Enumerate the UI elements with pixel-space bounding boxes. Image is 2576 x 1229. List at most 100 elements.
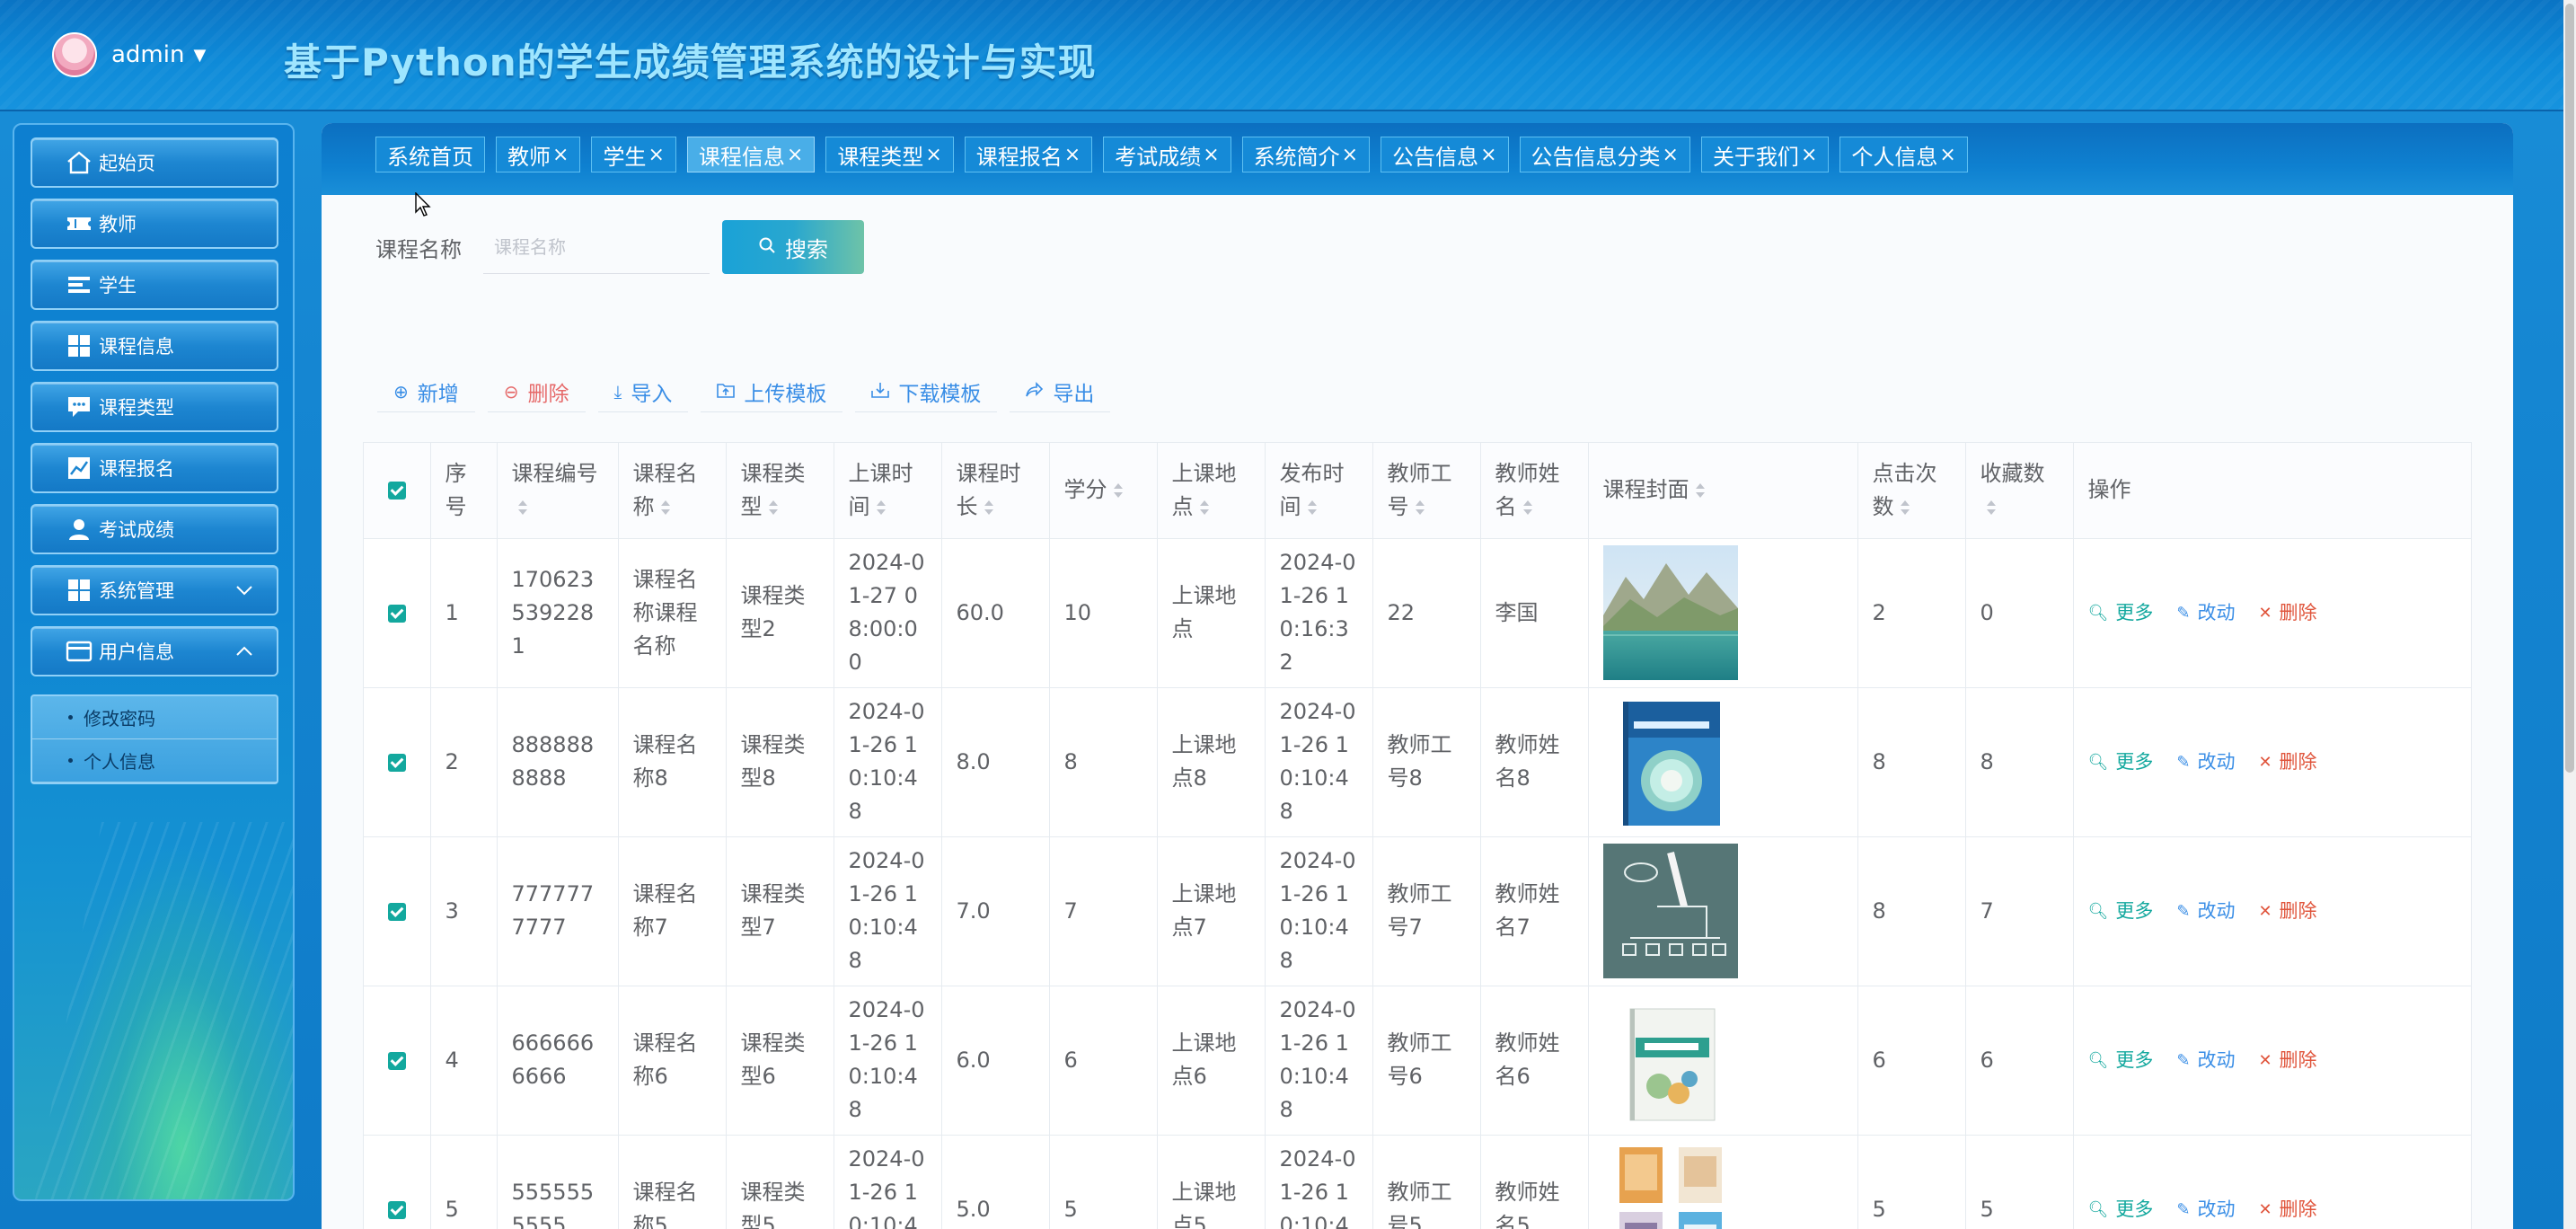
submenu-item-profile[interactable]: 个人信息: [32, 739, 277, 782]
delete-button[interactable]: ✕ 删除: [2258, 1193, 2316, 1226]
sidebar-item-teacher[interactable]: 教师: [31, 199, 278, 249]
sort-icon[interactable]: [1415, 499, 1425, 517]
sort-icon[interactable]: [660, 499, 671, 517]
close-icon[interactable]: ×: [1663, 144, 1679, 166]
upload-template-button[interactable]: 上传模板: [701, 371, 843, 412]
row-checkbox[interactable]: [387, 1051, 406, 1070]
row-checkbox[interactable]: [387, 1200, 406, 1219]
edit-button[interactable]: ✎ 改动: [2176, 746, 2235, 779]
edit-button[interactable]: ✎ 改动: [2176, 1193, 2235, 1226]
export-button[interactable]: 导出: [1010, 371, 1111, 412]
delete-button[interactable]: ✕ 删除: [2258, 746, 2316, 779]
column-header[interactable]: 课程类型: [726, 443, 834, 539]
tab[interactable]: 公告信息分类 ×: [1519, 137, 1690, 172]
sidebar-item-home[interactable]: 起始页: [31, 137, 278, 188]
edit-button[interactable]: ✎ 改动: [2176, 597, 2235, 630]
column-header[interactable]: 点击次数: [1857, 443, 1966, 539]
sort-icon[interactable]: [1986, 499, 1997, 517]
course-cover-image[interactable]: [1602, 844, 1738, 978]
sidebar-item-course-signup[interactable]: 课程报名: [31, 443, 278, 493]
row-select-cell[interactable]: [364, 836, 431, 986]
column-header[interactable]: 发布时间: [1265, 443, 1373, 539]
sort-icon[interactable]: [1695, 482, 1706, 500]
column-header[interactable]: 上课地点: [1157, 443, 1266, 539]
select-all-cell[interactable]: [364, 443, 431, 539]
row-select-cell[interactable]: [364, 1135, 431, 1229]
scrollbar-thumb[interactable]: [2565, 4, 2574, 773]
course-cover-image[interactable]: [1602, 694, 1738, 829]
sort-icon[interactable]: [1900, 499, 1910, 517]
tab[interactable]: 课程报名 ×: [964, 137, 1093, 172]
sort-icon[interactable]: [768, 499, 779, 517]
close-icon[interactable]: ×: [1480, 144, 1496, 166]
column-header[interactable]: 学分: [1049, 443, 1158, 539]
delete-button[interactable]: ✕ 删除: [2258, 895, 2316, 928]
add-button[interactable]: ⊕ 新增: [377, 371, 475, 412]
row-select-cell[interactable]: [364, 986, 431, 1136]
sort-icon[interactable]: [984, 499, 994, 517]
sort-icon[interactable]: [1307, 499, 1318, 517]
sidebar-item-user-info[interactable]: 用户信息: [31, 626, 278, 676]
sort-icon[interactable]: [1199, 499, 1210, 517]
tab[interactable]: 考试成绩 ×: [1103, 137, 1231, 172]
sort-icon[interactable]: [1522, 499, 1533, 517]
submenu-item-change-password[interactable]: 修改密码: [32, 696, 277, 739]
course-cover-image[interactable]: [1602, 545, 1738, 680]
row-select-cell[interactable]: [364, 687, 431, 837]
select-all-checkbox[interactable]: [387, 482, 406, 500]
sidebar-item-exam-score[interactable]: 考试成绩: [31, 504, 278, 554]
column-header[interactable]: 课程封面: [1588, 443, 1858, 539]
sort-icon[interactable]: [876, 499, 887, 517]
row-checkbox[interactable]: [387, 753, 406, 772]
column-header[interactable]: 教师工号: [1372, 443, 1481, 539]
close-icon[interactable]: ×: [648, 144, 664, 166]
sidebar-item-student[interactable]: 学生: [31, 260, 278, 310]
column-header[interactable]: 收藏数: [1965, 443, 2074, 539]
column-header[interactable]: 课程名称: [618, 443, 727, 539]
tab[interactable]: 系统首页: [375, 137, 485, 172]
course-cover-image[interactable]: [1602, 993, 1738, 1127]
row-checkbox[interactable]: [387, 604, 406, 623]
tab[interactable]: 教师 ×: [496, 137, 581, 172]
tab[interactable]: 学生 ×: [591, 137, 676, 172]
close-icon[interactable]: ×: [1801, 144, 1817, 166]
column-header[interactable]: 课程编号: [497, 443, 619, 539]
edit-button[interactable]: ✎ 改动: [2176, 1044, 2235, 1077]
close-icon[interactable]: ×: [1939, 144, 1955, 166]
column-header[interactable]: 教师姓名: [1480, 443, 1589, 539]
delete-button[interactable]: ✕ 删除: [2258, 1044, 2316, 1077]
sidebar-item-course-info[interactable]: 课程信息: [31, 321, 278, 371]
more-button[interactable]: 🔍︎ 更多: [2088, 746, 2154, 779]
tab[interactable]: 个人信息 ×: [1839, 137, 1968, 172]
tab[interactable]: 课程信息 ×: [686, 137, 816, 172]
more-button[interactable]: 🔍︎ 更多: [2088, 1193, 2154, 1226]
column-header[interactable]: 上课时间: [834, 443, 942, 539]
import-button[interactable]: ⤓ 导入: [597, 371, 689, 412]
tab[interactable]: 课程类型 ×: [825, 137, 954, 172]
avatar[interactable]: [52, 32, 97, 77]
user-menu[interactable]: admin ▼: [52, 32, 206, 77]
tab[interactable]: 关于我们 ×: [1700, 137, 1830, 172]
edit-button[interactable]: ✎ 改动: [2176, 895, 2235, 928]
close-icon[interactable]: ×: [552, 144, 569, 166]
more-button[interactable]: 🔍︎ 更多: [2088, 1044, 2154, 1077]
close-icon[interactable]: ×: [1342, 144, 1358, 166]
column-header[interactable]: 课程时长: [941, 443, 1050, 539]
delete-button[interactable]: ✕ 删除: [2258, 597, 2316, 630]
course-cover-image[interactable]: [1602, 1142, 1738, 1229]
more-button[interactable]: 🔍︎ 更多: [2088, 597, 2154, 630]
row-select-cell[interactable]: [364, 538, 431, 688]
download-template-button[interactable]: 下载模板: [855, 371, 998, 412]
close-icon[interactable]: ×: [925, 144, 941, 166]
tab[interactable]: 系统简介 ×: [1241, 137, 1371, 172]
batch-delete-button[interactable]: ⊖ 删除: [487, 371, 586, 412]
tab[interactable]: 公告信息 ×: [1381, 137, 1509, 172]
sort-icon[interactable]: [1113, 482, 1124, 500]
close-icon[interactable]: ×: [1064, 144, 1081, 166]
sort-icon[interactable]: [517, 499, 528, 517]
close-icon[interactable]: ×: [1203, 144, 1219, 166]
search-button[interactable]: 搜索: [722, 220, 864, 274]
caret-down-icon[interactable]: ▼: [193, 46, 206, 65]
sidebar-item-course-type[interactable]: 课程类型: [31, 382, 278, 432]
sidebar-item-system-admin[interactable]: 系统管理: [31, 565, 278, 615]
